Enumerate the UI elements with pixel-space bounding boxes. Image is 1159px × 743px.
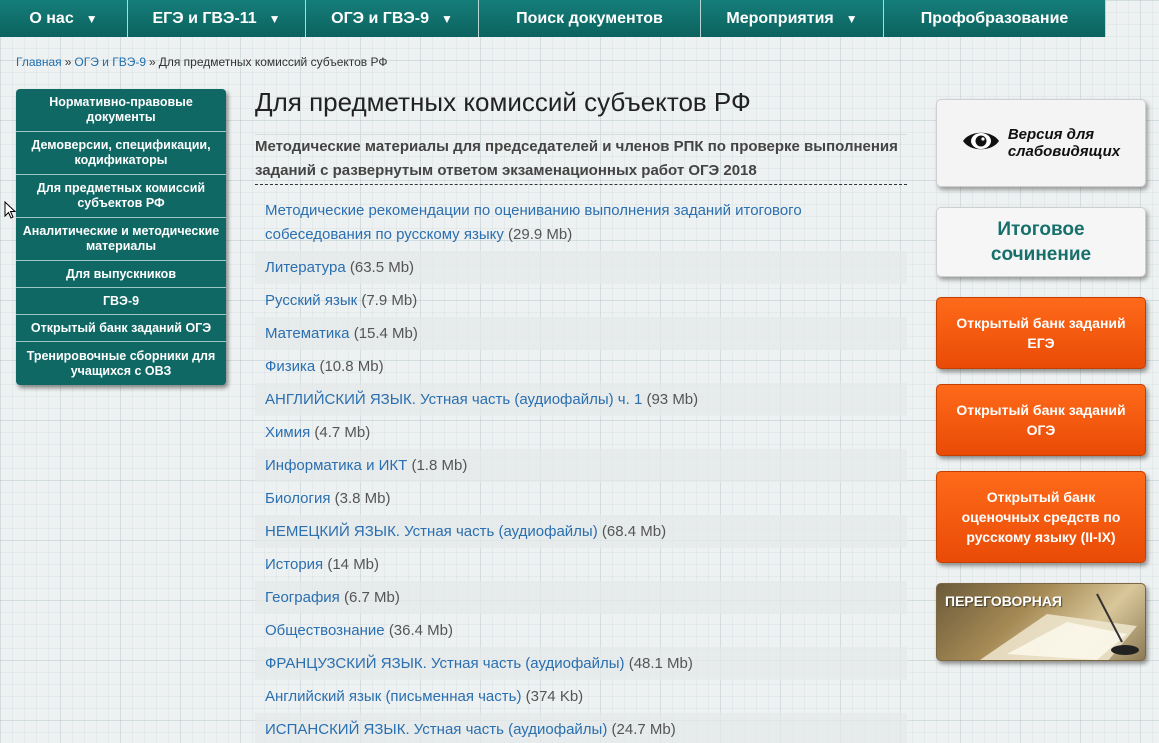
file-size: (68.4 Mb) (601, 522, 667, 540)
document-link[interactable]: Математика (265, 322, 350, 346)
negotiation-room-banner[interactable]: ПЕРЕГОВОРНАЯ (936, 583, 1146, 661)
file-size: (1.8 Mb) (411, 456, 468, 474)
side-menu-item-gve9[interactable]: ГВЭ-9 (16, 288, 226, 315)
document-item: Обществознание (36.4 Mb) (255, 614, 907, 647)
ege-task-bank-button[interactable]: Открытый банк заданий ЕГЭ (936, 297, 1146, 369)
document-item: ФРАНЦУЗСКИЙ ЯЗЫК. Устная часть (аудиофай… (255, 647, 907, 680)
file-size: (4.7 Mb) (314, 423, 371, 441)
nav-label: ЕГЭ и ГВЭ-11 (152, 9, 257, 27)
breadcrumb-current: Для предметных комиссий субъектов РФ (158, 55, 388, 69)
side-menu-item-subject-commissions[interactable]: Для предметных комиссий субъектов РФ (16, 175, 226, 218)
document-item: Информатика и ИКТ (1.8 Mb) (255, 449, 907, 482)
nav-label: Мероприятия (726, 9, 834, 27)
document-link[interactable]: История (265, 553, 323, 577)
breadcrumb-home-link[interactable]: Главная (16, 55, 62, 69)
document-item: Биология (3.8 Mb) (255, 482, 907, 515)
document-link[interactable]: НЕМЕЦКИЙ ЯЗЫК. Устная часть (аудиофайлы) (265, 520, 598, 544)
document-link[interactable]: География (265, 586, 340, 610)
breadcrumb-separator: » (64, 55, 72, 69)
document-item: История (14 Mb) (255, 548, 907, 581)
document-link[interactable]: ФРАНЦУЗСКИЙ ЯЗЫК. Устная часть (аудиофай… (265, 652, 625, 676)
russian-assessment-bank-button[interactable]: Открытый банк оценочных средств по русск… (936, 471, 1146, 563)
document-item: Химия (4.7 Mb) (255, 416, 907, 449)
document-list: Методические рекомендации по оцениванию … (255, 197, 907, 743)
nav-item-doc-search[interactable]: Поиск документов (479, 0, 701, 37)
document-link[interactable]: Русский язык (265, 289, 357, 313)
file-size: (10.8 Mb) (319, 357, 384, 375)
dropdown-arrow-icon: ▼ (845, 11, 858, 26)
document-item: ИСПАНСКИЙ ЯЗЫК. Устная часть (аудиофайлы… (255, 713, 907, 743)
nav-item-about[interactable]: О нас ▼ (0, 0, 128, 37)
side-menu: Нормативно-правовые документы Демоверсии… (16, 89, 226, 385)
document-item: География (6.7 Mb) (255, 581, 907, 614)
final-essay-line1: Итоговое (997, 219, 1085, 240)
low-vision-label: Версия для слабовидящих (1008, 126, 1120, 160)
breadcrumb: Главная» ОГЭ и ГВЭ-9» Для предметных комис… (16, 55, 388, 69)
file-size: (24.7 Mb) (611, 720, 676, 738)
side-menu-item-legal-docs[interactable]: Нормативно-правовые документы (16, 89, 226, 132)
side-menu-item-demo-versions[interactable]: Демоверсии, спецификации, кодификаторы (16, 132, 226, 175)
side-menu-item-ovz-collections[interactable]: Тренировочные сборники для учащихся с ОВ… (16, 342, 226, 385)
breadcrumb-separator: » (149, 55, 156, 69)
file-size: (63.5 Mb) (349, 258, 415, 276)
file-size: (14 Mb) (327, 555, 380, 573)
nav-item-ege[interactable]: ЕГЭ и ГВЭ-11 ▼ (128, 0, 306, 37)
main-content: Для предметных комиссий субъектов РФ Мет… (255, 84, 907, 743)
file-size: (29.9 Mb) (508, 226, 573, 243)
nav-label: Профобразование (920, 9, 1069, 27)
document-link[interactable]: Обществознание (265, 619, 385, 643)
file-size: (48.1 Mb) (628, 654, 693, 672)
document-link[interactable]: ИСПАНСКИЙ ЯЗЫК. Устная часть (аудиофайлы… (265, 718, 607, 742)
oge-task-bank-button[interactable]: Открытый банк заданий ОГЭ (936, 384, 1146, 456)
document-link[interactable]: Химия (265, 421, 310, 445)
document-link[interactable]: Информатика и ИКТ (265, 454, 407, 478)
document-link[interactable]: Литература (265, 256, 346, 280)
file-size: (3.8 Mb) (334, 489, 391, 507)
breadcrumb-section-link[interactable]: ОГЭ и ГВЭ-9 (74, 55, 146, 69)
document-link[interactable]: Английский язык (письменная часть) (265, 685, 521, 709)
document-item: Литература (63.5 Mb) (255, 251, 907, 284)
dropdown-arrow-icon: ▼ (85, 11, 98, 26)
file-size: (15.4 Mb) (353, 324, 418, 342)
document-link[interactable]: Физика (265, 355, 315, 379)
document-item: НЕМЕЦКИЙ ЯЗЫК. Устная часть (аудиофайлы)… (255, 515, 907, 548)
side-menu-item-graduates[interactable]: Для выпускников (16, 261, 226, 288)
document-item: АНГЛИЙСКИЙ ЯЗЫК. Устная часть (аудиофайл… (255, 383, 907, 416)
nav-label: Поиск документов (516, 9, 663, 27)
final-essay-button[interactable]: Итоговое сочинение (936, 207, 1146, 277)
nav-label: О нас (29, 9, 74, 27)
nav-item-vocational[interactable]: Профобразование (884, 0, 1106, 37)
dropdown-arrow-icon: ▼ (440, 11, 453, 26)
document-link[interactable]: АНГЛИЙСКИЙ ЯЗЫК. Устная часть (аудиофайл… (265, 388, 642, 412)
file-size: (374 Kb) (525, 687, 584, 705)
document-link[interactable]: Биология (265, 487, 330, 511)
section-subheading: Методические материалы для председателей… (255, 135, 907, 185)
dropdown-arrow-icon: ▼ (268, 11, 281, 26)
document-item: Английский язык (письменная часть) (374 … (255, 680, 907, 713)
file-size: (93 Mb) (646, 390, 699, 408)
top-nav: О нас ▼ ЕГЭ и ГВЭ-11 ▼ ОГЭ и ГВЭ-9 ▼ Пои… (0, 0, 1106, 37)
document-item: Методические рекомендации по оцениванию … (255, 197, 907, 251)
file-size: (7.9 Mb) (361, 291, 418, 309)
side-menu-item-oge-bank[interactable]: Открытый банк заданий ОГЭ (16, 315, 226, 342)
low-vision-line1: Версия для (1007, 126, 1095, 143)
document-item: Русский язык (7.9 Mb) (255, 284, 907, 317)
subhead-container: Методические материалы для председателей… (255, 134, 907, 185)
final-essay-line2: сочинение (990, 244, 1092, 265)
mouse-cursor-icon (4, 201, 16, 219)
eye-icon (962, 128, 1000, 159)
page-title: Для предметных комиссий субъектов РФ (255, 87, 751, 117)
file-size: (6.7 Mb) (343, 588, 400, 606)
nav-label: ОГЭ и ГВЭ-9 (331, 9, 429, 27)
file-size: (36.4 Mb) (388, 621, 454, 639)
nav-item-events[interactable]: Мероприятия ▼ (701, 0, 884, 37)
low-vision-version-button[interactable]: Версия для слабовидящих (936, 99, 1146, 187)
negotiation-room-image (979, 593, 1139, 660)
document-item: Физика (10.8 Mb) (255, 350, 907, 383)
side-menu-item-analytics[interactable]: Аналитические и методические материалы (16, 218, 226, 261)
document-item: Математика (15.4 Mb) (255, 317, 907, 350)
nav-item-oge[interactable]: ОГЭ и ГВЭ-9 ▼ (306, 0, 479, 37)
low-vision-line2: слабовидящих (1007, 143, 1121, 160)
